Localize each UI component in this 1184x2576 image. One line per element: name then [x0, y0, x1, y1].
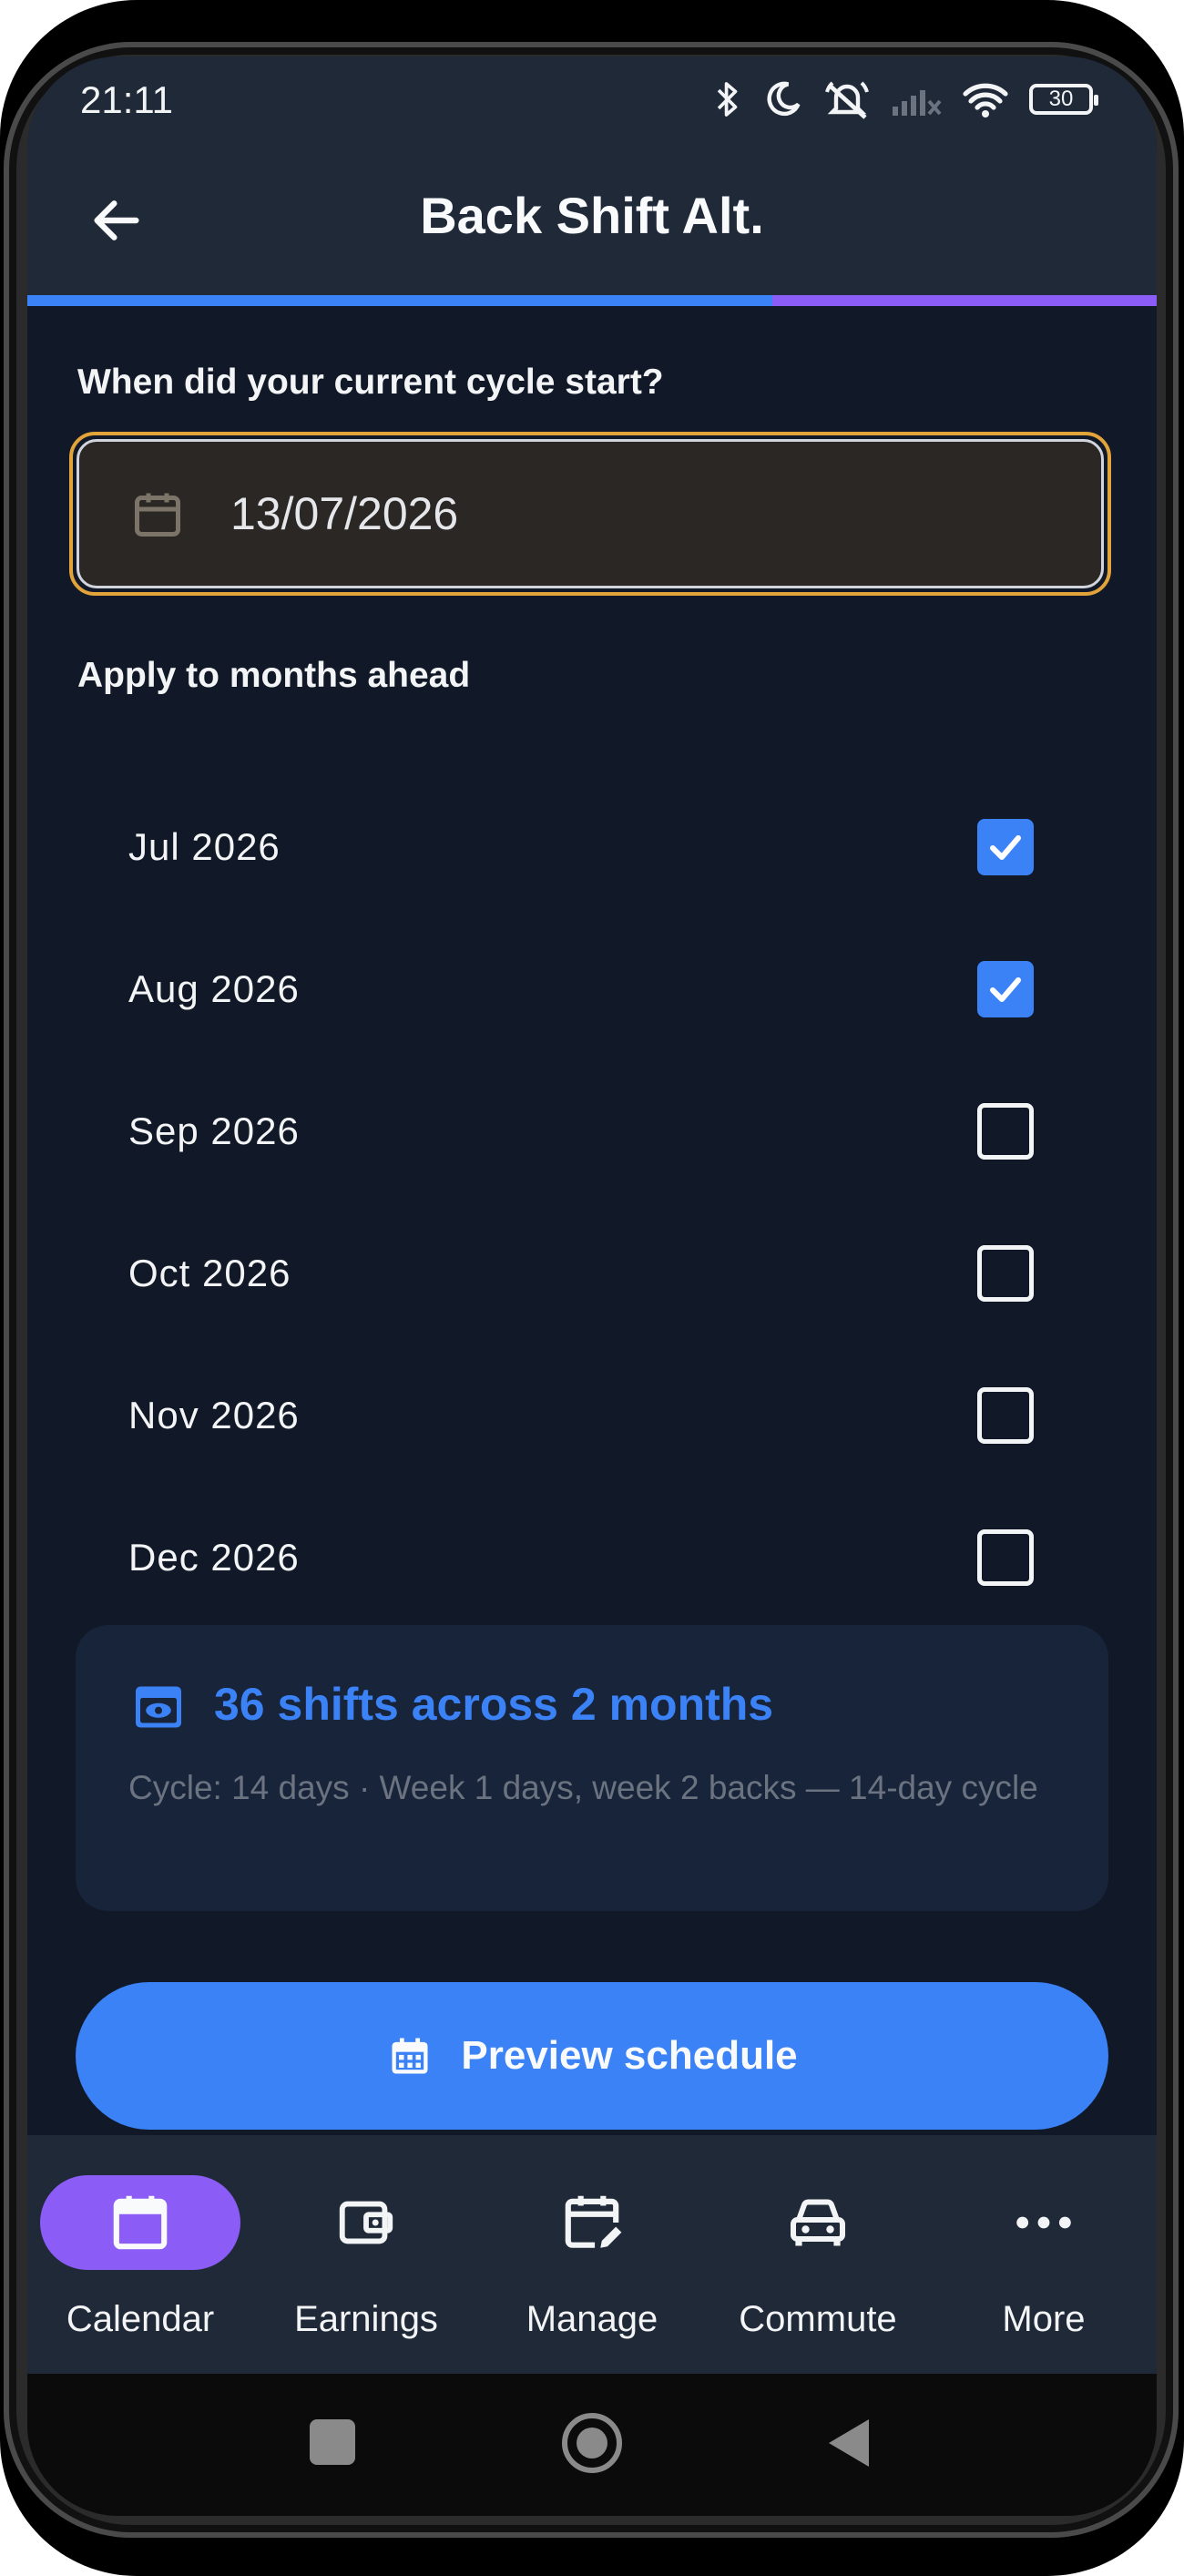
app-bar: 21:11 30 Back Shift Alt. [27, 56, 1157, 299]
preview-schedule-button[interactable]: Preview schedule [76, 1982, 1108, 2130]
month-row[interactable]: Aug 2026 [77, 935, 1107, 1044]
checkbox-unchecked[interactable] [977, 1529, 1034, 1586]
nav-active-indicator [40, 2175, 240, 2270]
date-value: 13/07/2026 [230, 488, 459, 539]
summary-title: 36 shifts across 2 months [214, 1679, 774, 1730]
nav-label-more: More [1002, 2299, 1086, 2339]
checkbox-unchecked[interactable] [977, 1387, 1034, 1444]
car-icon [791, 2199, 845, 2246]
alarm-off-icon [825, 81, 869, 119]
nav-icon-holder [492, 2175, 692, 2270]
moon-icon [767, 81, 801, 117]
step-progress-fill [27, 295, 773, 306]
calendar-icon [113, 2195, 168, 2250]
month-label: Aug 2026 [128, 967, 300, 1010]
more-horizontal-icon [1016, 2216, 1071, 2229]
home-circle-icon [562, 2413, 622, 2473]
preview-schedule-label: Preview schedule [461, 2033, 798, 2078]
cycle-start-date-field[interactable]: 13/07/2026 [69, 432, 1111, 596]
date-field-inner: 13/07/2026 [77, 439, 1104, 588]
triangle-back-icon [829, 2419, 869, 2467]
nav-commute[interactable]: Commute [705, 2135, 931, 2374]
nav-icon-holder [718, 2175, 918, 2270]
nav-manage[interactable]: Manage [479, 2135, 705, 2374]
preview-icon [136, 1686, 181, 1728]
month-label: Nov 2026 [128, 1394, 300, 1436]
month-row[interactable]: Sep 2026 [77, 1077, 1107, 1186]
checkbox-checked[interactable] [977, 819, 1034, 875]
summary-card: 36 shifts across 2 months Cycle: 14 days… [76, 1625, 1108, 1911]
nav-icon-holder [944, 2175, 1144, 2270]
month-row[interactable]: Nov 2026 [77, 1361, 1107, 1470]
step-progress-track [27, 295, 1157, 306]
calendar-icon [135, 493, 180, 537]
wallet-icon [339, 2201, 393, 2244]
nav-calendar[interactable]: Calendar [27, 2135, 253, 2374]
bottom-navigation: Calendar Earnings Manage Commute More [27, 2135, 1157, 2374]
month-row[interactable]: Dec 2026 [77, 1503, 1107, 1612]
nav-icon-holder [266, 2175, 466, 2270]
bluetooth-icon [717, 82, 738, 117]
signal-icon [893, 90, 942, 116]
month-label: Sep 2026 [128, 1109, 300, 1152]
cycle-start-label: When did your current cycle start? [77, 363, 664, 402]
checkbox-checked[interactable] [977, 961, 1034, 1017]
check-icon [990, 835, 1021, 860]
nav-more[interactable]: More [931, 2135, 1157, 2374]
month-label: Oct 2026 [128, 1252, 291, 1294]
nav-label-calendar: Calendar [66, 2299, 215, 2339]
wifi-icon [963, 83, 1008, 118]
home-button[interactable] [561, 2412, 623, 2474]
status-icons: 30 [712, 77, 1098, 122]
month-row[interactable]: Oct 2026 [77, 1219, 1107, 1328]
nav-label-manage: Manage [526, 2299, 658, 2339]
check-icon [990, 977, 1021, 1002]
recents-button[interactable] [310, 2419, 355, 2465]
system-navigation-bar [27, 2374, 1157, 2516]
month-label: Dec 2026 [128, 1536, 300, 1579]
nav-earnings[interactable]: Earnings [253, 2135, 479, 2374]
checkbox-unchecked[interactable] [977, 1245, 1034, 1302]
page-title: Back Shift Alt. [420, 187, 764, 244]
month-row[interactable]: Jul 2026 [77, 792, 1107, 902]
month-label: Jul 2026 [128, 825, 281, 868]
checkbox-unchecked[interactable] [977, 1103, 1034, 1160]
status-time: 21:11 [80, 78, 173, 121]
nav-label-earnings: Earnings [294, 2299, 438, 2339]
months-ahead-label: Apply to months ahead [77, 656, 471, 695]
nav-label-commute: Commute [739, 2299, 897, 2339]
app-screen: 21:11 30 Back Shift Alt. When did your c… [27, 56, 1157, 2516]
summary-description: Cycle: 14 days · Week 1 days, week 2 bac… [128, 1769, 1038, 1806]
calendar-edit-icon [565, 2195, 622, 2248]
battery-icon: 30 [1029, 84, 1098, 115]
calendar-grid-icon [392, 2038, 428, 2074]
back-button-system[interactable] [825, 2416, 873, 2470]
